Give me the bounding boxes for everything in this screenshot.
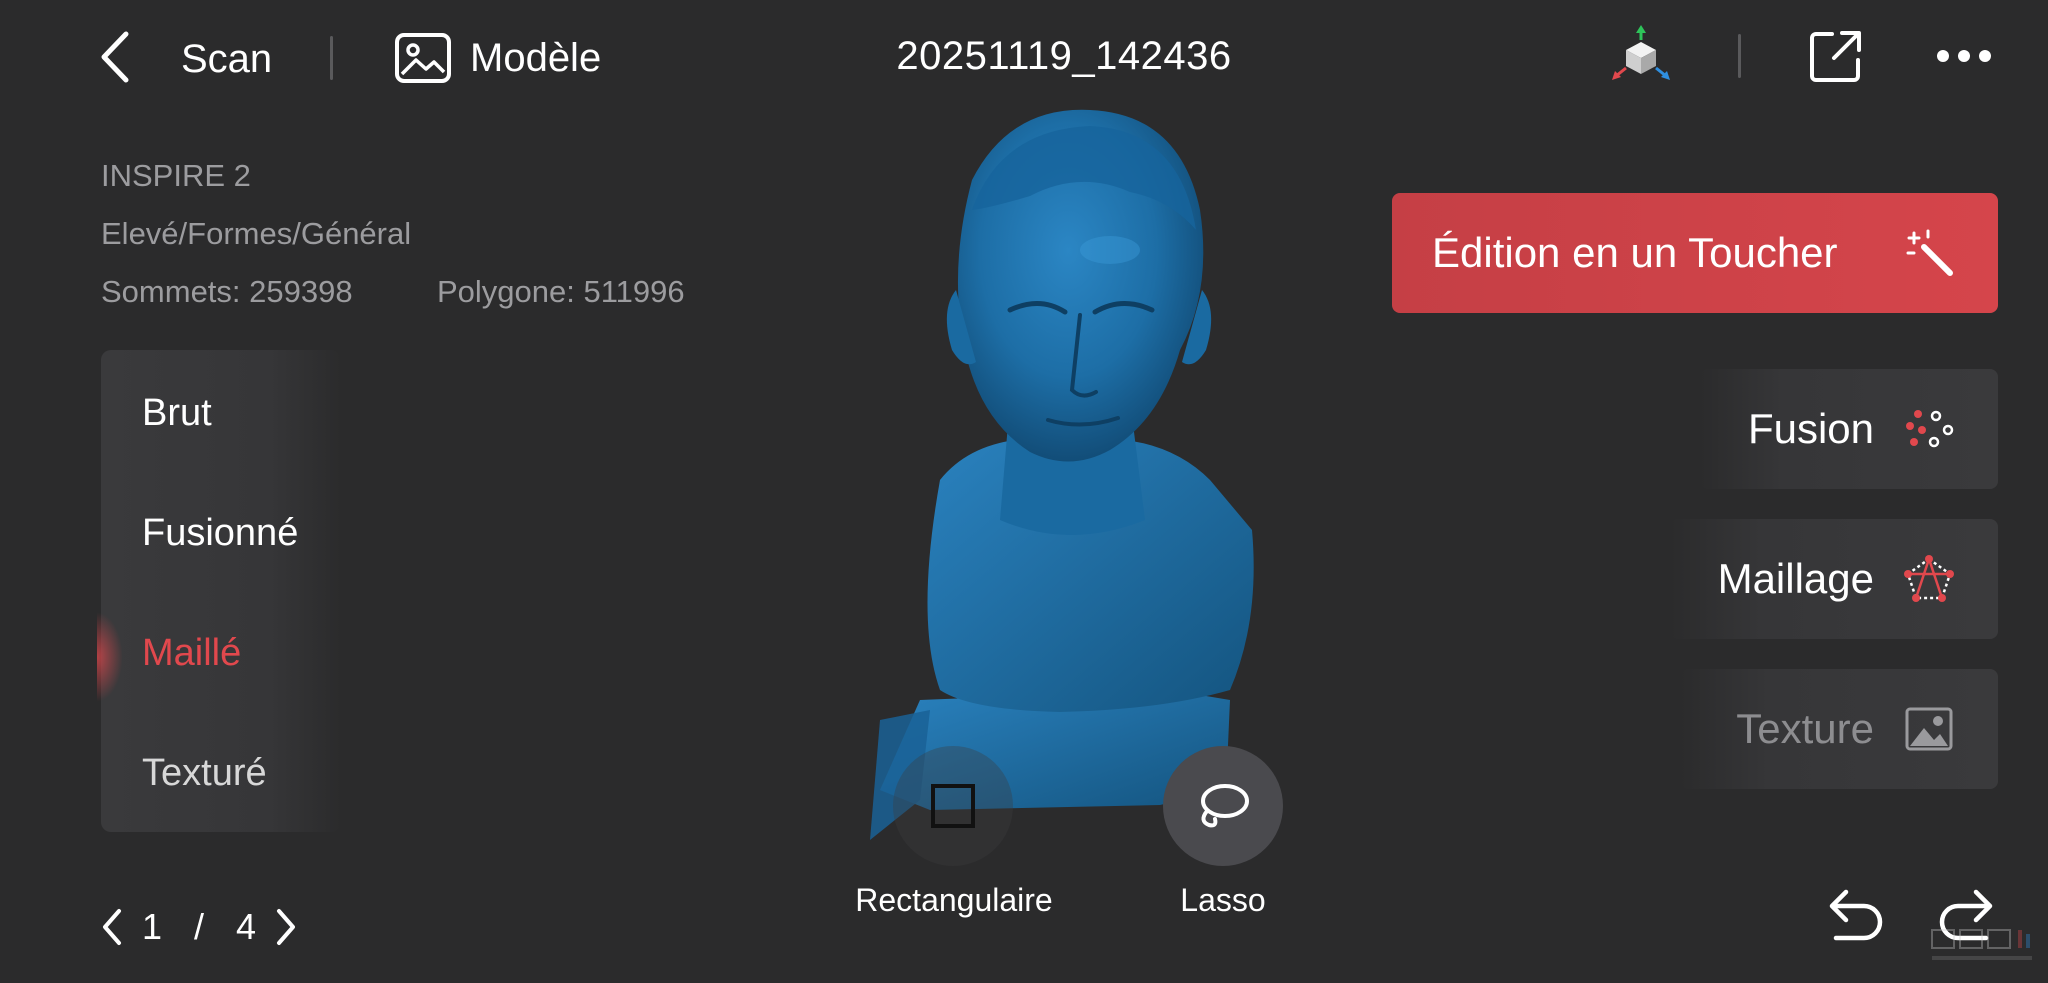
- lasso-select-button[interactable]: [1163, 746, 1283, 866]
- mode-textured[interactable]: Texturé: [142, 752, 267, 795]
- vertex-count: Sommets: 259398: [101, 274, 353, 309]
- device-name: INSPIRE 2: [101, 158, 251, 193]
- rectangle-select-label: Rectangulaire: [855, 882, 1053, 918]
- one-touch-edit-label: Édition en un Toucher: [1432, 229, 1838, 276]
- image-icon: [395, 33, 451, 83]
- model-label: Modèle: [470, 35, 602, 80]
- mesh-icon: [1904, 555, 1954, 602]
- mode-raw[interactable]: Brut: [142, 392, 212, 435]
- texture-button[interactable]: Texture: [1680, 669, 1998, 789]
- 3d-model-viewport[interactable]: [860, 100, 1280, 840]
- back-chevron-icon[interactable]: [96, 30, 136, 84]
- back-scan-button[interactable]: Scan: [181, 36, 272, 82]
- rectangle-select-button[interactable]: [893, 746, 1013, 866]
- model-button[interactable]: Modèle: [394, 30, 601, 86]
- dots-fusion-icon: [1906, 410, 1954, 448]
- prev-page-icon[interactable]: [100, 907, 124, 947]
- current-page: 1: [142, 906, 163, 947]
- total-pages: 4: [236, 906, 257, 947]
- lasso-select-label: Lasso: [1180, 882, 1266, 918]
- magic-wand-icon: [1906, 229, 1953, 276]
- mode-fused[interactable]: Fusionné: [142, 512, 298, 555]
- divider: [330, 36, 333, 80]
- page-separator: /: [194, 906, 205, 947]
- mode-meshed[interactable]: Maillé: [142, 632, 241, 675]
- one-touch-edit-button[interactable]: Édition en un Toucher: [1392, 193, 1998, 313]
- scan-profile: Elevé/Formes/Général: [101, 216, 412, 251]
- fusion-label: Fusion: [1747, 405, 1874, 452]
- polygon-count: Polygone: 511996: [437, 274, 685, 309]
- undo-icon[interactable]: [1826, 880, 1884, 942]
- lasso-icon: [1201, 784, 1249, 828]
- export-icon[interactable]: [1808, 28, 1864, 84]
- selection-indicator: [97, 612, 123, 702]
- more-dots-icon[interactable]: [1934, 38, 1994, 74]
- fusion-button[interactable]: Fusion: [1700, 369, 1998, 489]
- divider: [1738, 34, 1741, 78]
- watermark-logo: [1931, 929, 2032, 960]
- pagination: 1 / 4: [100, 900, 298, 954]
- data-mode-panel: Brut Fusionné Maillé Texturé: [97, 350, 341, 832]
- scan-name: 20251119_142436: [896, 34, 1232, 78]
- axis-cube-icon[interactable]: [1608, 24, 1674, 86]
- texture-label: Texture: [1736, 705, 1874, 752]
- rectangle-select-icon: [931, 784, 975, 828]
- next-page-icon[interactable]: [274, 907, 298, 947]
- image-icon: [1905, 707, 1953, 751]
- mesh-label: Maillage: [1717, 555, 1874, 602]
- mesh-button[interactable]: Maillage: [1670, 519, 1998, 639]
